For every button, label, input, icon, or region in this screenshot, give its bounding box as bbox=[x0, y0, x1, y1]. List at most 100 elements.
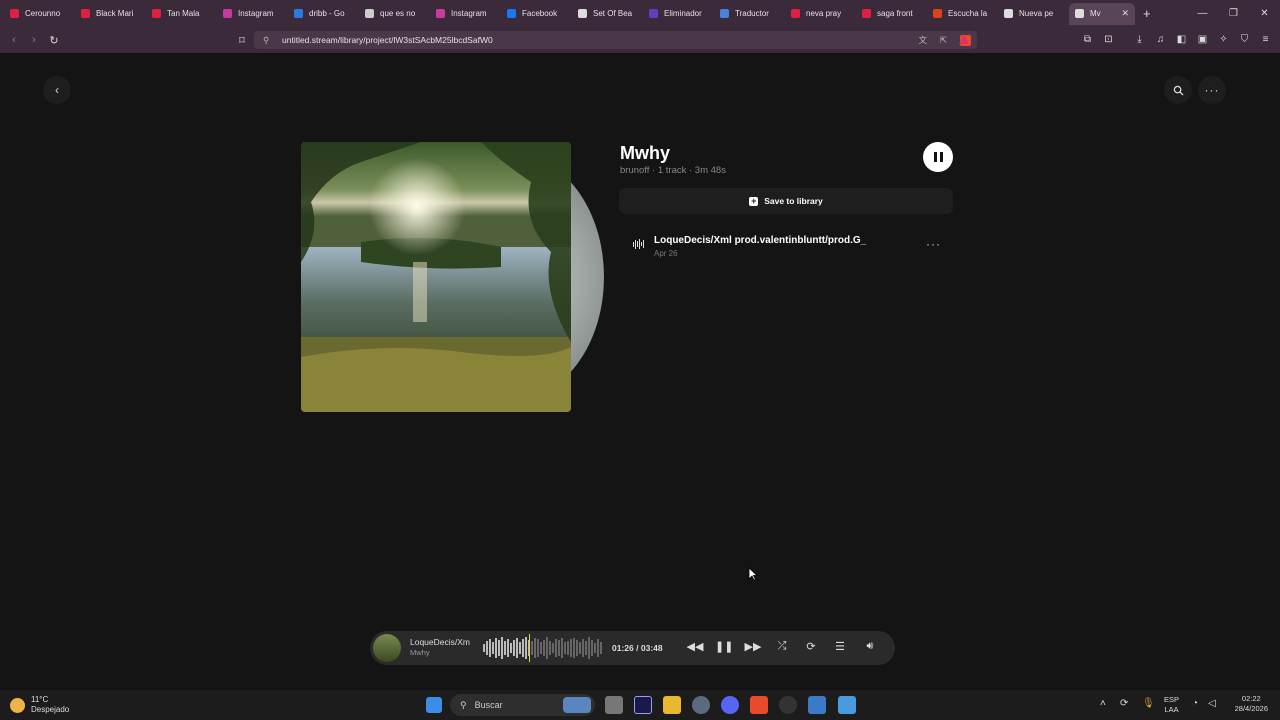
browser-tab[interactable]: neva pray bbox=[785, 3, 856, 25]
browser-tab[interactable]: Traductor bbox=[714, 3, 785, 25]
fast-forward-icon[interactable]: ▶▶ bbox=[744, 640, 762, 653]
waveform-bar bbox=[501, 637, 503, 659]
tab-favicon-icon bbox=[223, 9, 232, 18]
minimize-icon[interactable]: — bbox=[1187, 0, 1218, 27]
new-tab-button[interactable]: + bbox=[1143, 6, 1151, 21]
media-icon[interactable]: ♫ bbox=[1154, 33, 1167, 46]
save-to-library-button[interactable]: + Save to library bbox=[619, 188, 953, 214]
tab-favicon-icon bbox=[578, 9, 587, 18]
repeat-icon[interactable]: ⟳ bbox=[802, 640, 820, 653]
screenshot-icon[interactable]: ⊡ bbox=[1102, 33, 1115, 46]
file-explorer-icon[interactable] bbox=[663, 696, 681, 714]
browser-tab[interactable]: que es no bbox=[359, 3, 430, 25]
player-waveform[interactable] bbox=[483, 636, 603, 660]
browser-tab[interactable]: Set Of Bea bbox=[572, 3, 643, 25]
player-track-name[interactable]: LoqueDecis/Xml bbox=[410, 637, 470, 647]
player-project-name[interactable]: Mwhy bbox=[410, 648, 430, 657]
browser-tab[interactable]: Black Mari bbox=[75, 3, 146, 25]
window-controls: — ❐ ✕ bbox=[1187, 0, 1280, 27]
weather-widget[interactable]: 11°C Despejado bbox=[10, 695, 69, 715]
track-options-icon[interactable]: ··· bbox=[926, 237, 941, 251]
site-info-icon[interactable]: ⚲ bbox=[263, 35, 269, 46]
browser-tab[interactable]: Tan Mala bbox=[146, 3, 217, 25]
download-icon[interactable]: ⤓ bbox=[1133, 33, 1146, 46]
taskbar: 11°C Despejado ⚲ Buscar ˄ ⟳ 🎙︎ ESP LAA ◔… bbox=[0, 690, 1280, 720]
project-meta: brunoff · 1 track · 3m 48s bbox=[620, 165, 726, 176]
reload-icon[interactable]: ↻ bbox=[44, 34, 64, 47]
share-icon[interactable]: ⇱ bbox=[940, 35, 947, 46]
language-indicator[interactable]: ESP LAA bbox=[1164, 695, 1179, 715]
steam-icon[interactable] bbox=[779, 696, 797, 714]
player-pause-icon[interactable]: ❚❚ bbox=[715, 640, 733, 653]
player-artwork[interactable] bbox=[373, 634, 401, 662]
search-button[interactable] bbox=[1164, 76, 1192, 104]
mic-icon[interactable]: 🎙︎ bbox=[1142, 698, 1155, 709]
brave-icon[interactable] bbox=[750, 696, 768, 714]
photos-icon[interactable] bbox=[808, 696, 826, 714]
back-button[interactable]: ‹ bbox=[43, 76, 71, 104]
browser-tab[interactable]: Facebook bbox=[501, 3, 572, 25]
wifi-icon[interactable]: ◔ bbox=[1192, 698, 1198, 709]
maximize-icon[interactable]: ❐ bbox=[1218, 0, 1249, 27]
vpn-icon[interactable]: ⛉ bbox=[1238, 33, 1251, 46]
close-tab-icon[interactable]: ✕ bbox=[1121, 8, 1129, 19]
speaker-icon[interactable]: ◁ bbox=[1208, 698, 1216, 709]
waveform-bar bbox=[576, 640, 578, 656]
tab-label: Mv bbox=[1090, 9, 1101, 18]
pause-button[interactable] bbox=[923, 142, 953, 172]
forward-nav-icon[interactable]: › bbox=[24, 34, 44, 46]
browser-tab[interactable]: Mv ✕ bbox=[1069, 2, 1135, 25]
shuffle-icon[interactable]: ⤮ bbox=[773, 640, 791, 653]
taskbar-search[interactable]: ⚲ Buscar bbox=[450, 694, 595, 716]
leo-icon[interactable]: ✧ bbox=[1217, 33, 1230, 46]
tab-favicon-icon bbox=[294, 9, 303, 18]
tab-label: Nueva pe bbox=[1019, 9, 1054, 18]
start-icon[interactable] bbox=[426, 697, 442, 713]
waveform-bar bbox=[510, 643, 512, 653]
browser-tab[interactable]: Cerounno bbox=[4, 3, 75, 25]
browser-tab[interactable]: Nueva pe bbox=[998, 3, 1069, 25]
more-options-button[interactable]: ··· bbox=[1198, 76, 1226, 104]
url-input[interactable]: ⚲ untitled.stream/library/project/lW3stS… bbox=[254, 31, 977, 49]
clock[interactable]: 02:22 28/4/2026 bbox=[1235, 694, 1268, 714]
browser-tab[interactable]: dribb - Go bbox=[288, 3, 359, 25]
volume-icon[interactable]: 🔊︎ bbox=[861, 640, 879, 653]
sidebar-icon[interactable]: ◧ bbox=[1175, 33, 1188, 46]
back-nav-icon[interactable]: ‹ bbox=[4, 34, 24, 46]
close-window-icon[interactable]: ✕ bbox=[1249, 0, 1280, 27]
track-row[interactable]: LoqueDecis/Xml prod.valentinbluntt/prod.… bbox=[619, 228, 953, 258]
waveform-bar bbox=[543, 640, 545, 656]
browser-tab[interactable]: Instagram bbox=[217, 3, 288, 25]
browser-tab[interactable]: saga front bbox=[856, 3, 927, 25]
mouse-cursor-icon bbox=[748, 567, 758, 581]
snipping-icon[interactable] bbox=[838, 696, 856, 714]
extensions-icon[interactable]: ⧉ bbox=[1081, 33, 1094, 46]
tab-favicon-icon bbox=[791, 9, 800, 18]
bookmark-icon[interactable]: ⌑ bbox=[232, 34, 252, 47]
queue-icon[interactable]: ☰ bbox=[831, 640, 849, 653]
brave-rewards-icon[interactable] bbox=[959, 35, 969, 44]
project-artwork bbox=[301, 142, 604, 412]
waveform-bar bbox=[504, 641, 506, 655]
tray-chevron-icon[interactable]: ˄ bbox=[1100, 698, 1106, 709]
menu-icon[interactable]: ≡ bbox=[1259, 33, 1272, 46]
translate-icon[interactable]: 文 bbox=[918, 34, 927, 46]
task-view-icon[interactable] bbox=[605, 696, 623, 714]
playhead[interactable] bbox=[528, 634, 530, 662]
browser-tab[interactable]: Escucha la bbox=[927, 3, 998, 25]
waveform-bar bbox=[525, 637, 527, 659]
moon-icon bbox=[10, 697, 25, 713]
rewind-icon[interactable]: ◀◀ bbox=[686, 640, 704, 653]
wallet-icon[interactable]: ▣ bbox=[1196, 33, 1209, 46]
clock-time: 02:22 bbox=[1241, 694, 1261, 703]
settings-icon[interactable] bbox=[692, 696, 710, 714]
discord-icon[interactable] bbox=[721, 696, 739, 714]
waveform-bar bbox=[483, 644, 485, 652]
sync-icon[interactable]: ⟳ bbox=[1120, 698, 1128, 709]
waveform-bar bbox=[531, 641, 533, 655]
browser-tab[interactable]: Instagram bbox=[430, 3, 501, 25]
after-effects-icon[interactable] bbox=[634, 696, 652, 714]
browser-tab[interactable]: Eliminador bbox=[643, 3, 714, 25]
waveform-playing-icon bbox=[633, 239, 645, 249]
plus-icon: + bbox=[749, 195, 759, 206]
